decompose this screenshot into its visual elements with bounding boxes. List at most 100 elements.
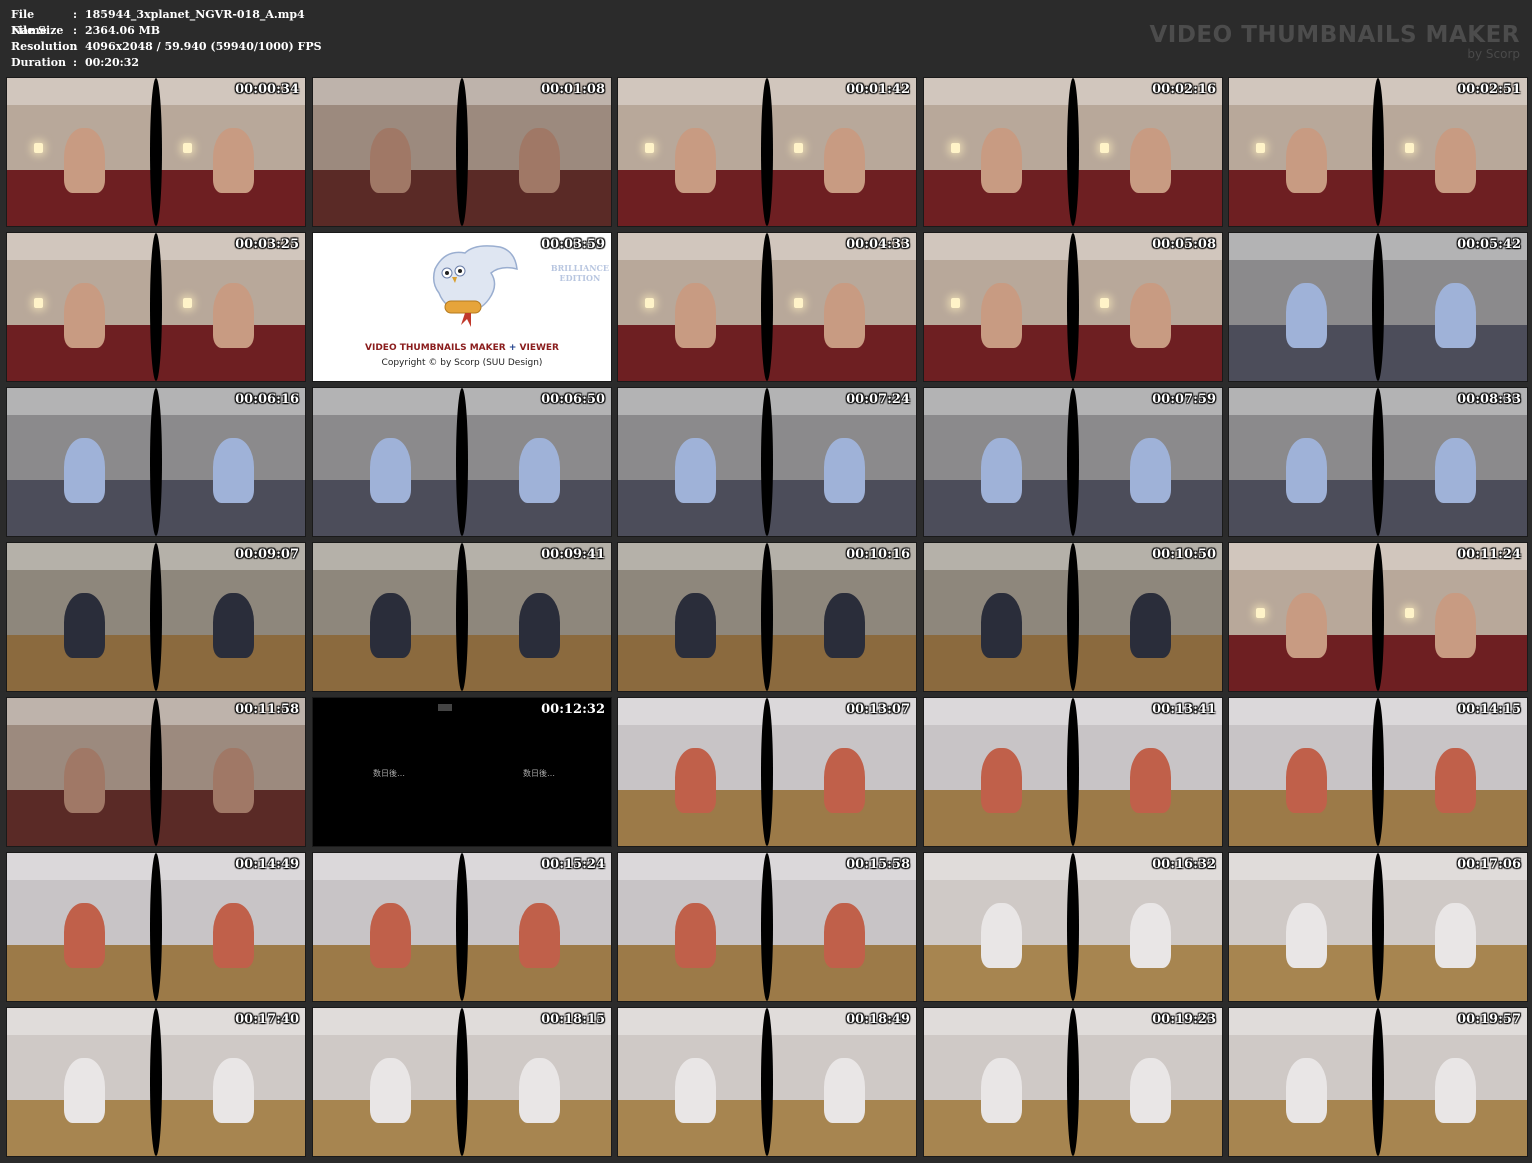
thumbnail[interactable]: 00:01:42 <box>617 77 917 227</box>
splash-edition-2: EDITION <box>559 273 601 283</box>
eye-view-right <box>1378 233 1527 381</box>
thumbnail[interactable]: 00:03:25 <box>6 232 306 382</box>
eye-separator <box>761 388 773 536</box>
thumbnail[interactable]: 00:05:08 <box>923 232 1223 382</box>
splash-copyright: Copyright © by Scorp (SUU Design) <box>381 358 543 368</box>
thumbnail[interactable]: 00:00:34 <box>6 77 306 227</box>
thumbnail[interactable]: 00:15:24 <box>312 852 612 1002</box>
eye-view-right <box>1378 1008 1527 1156</box>
file-info-key: Duration <box>11 56 67 69</box>
eye-separator <box>761 543 773 691</box>
thumbnail[interactable]: 00:19:23 <box>923 1007 1223 1157</box>
thumbnail[interactable]: 00:18:49 <box>617 1007 917 1157</box>
eye-view-right <box>156 78 305 226</box>
eye-view-right <box>156 388 305 536</box>
thumbnail[interactable]: 00:02:51 <box>1228 77 1528 227</box>
ceiling-area <box>7 698 156 725</box>
ceiling-area <box>7 1008 156 1035</box>
thumbnail[interactable]: 00:13:41 <box>923 697 1223 847</box>
eye-view-left <box>618 78 767 226</box>
thumbnail[interactable]: 00:04:33 <box>617 232 917 382</box>
eye-view-left <box>924 698 1073 846</box>
timestamp: 00:05:08 <box>1152 237 1216 252</box>
brand-title: VIDEO THUMBNAILS MAKER <box>1149 22 1520 48</box>
timestamp: 00:06:16 <box>235 392 299 407</box>
timestamp: 00:09:41 <box>541 547 605 562</box>
person-figure <box>212 903 255 969</box>
eye-separator <box>456 388 468 536</box>
eye-separator <box>150 853 162 1001</box>
thumbnail[interactable]: 00:11:24 <box>1228 542 1528 692</box>
thumbnail[interactable]: 00:15:58 <box>617 852 917 1002</box>
thumbnail[interactable]: 数日後… 数日後… 00:12:32 <box>312 697 612 847</box>
person-figure <box>212 1058 255 1124</box>
eye-separator <box>456 853 468 1001</box>
thumbnail[interactable]: 00:17:40 <box>6 1007 306 1157</box>
person-figure <box>980 1058 1023 1124</box>
person-figure <box>369 1058 412 1124</box>
thumbnail[interactable]: 00:07:24 <box>617 387 917 537</box>
thumbnail[interactable]: 00:19:57 <box>1228 1007 1528 1157</box>
ceiling-area <box>1229 233 1378 260</box>
ceiling-area <box>1229 78 1378 105</box>
thumbnail[interactable]: 00:16:32 <box>923 852 1223 1002</box>
timestamp: 00:09:07 <box>235 547 299 562</box>
thumbnail[interactable]: 00:18:15 <box>312 1007 612 1157</box>
eye-separator <box>761 78 773 226</box>
thumbnail[interactable]: 00:10:16 <box>617 542 917 692</box>
person-figure <box>369 903 412 969</box>
thumbnail[interactable]: 00:06:16 <box>6 387 306 537</box>
thumbnail[interactable]: 00:14:15 <box>1228 697 1528 847</box>
ceiling-area <box>7 78 156 105</box>
person-figure <box>1434 903 1477 969</box>
thumbnail[interactable]: 00:01:08 <box>312 77 612 227</box>
lamp-icon <box>950 143 960 154</box>
thumbnail[interactable]: 00:06:50 <box>312 387 612 537</box>
person-figure <box>823 128 866 194</box>
file-info-colon: : <box>73 56 78 69</box>
thumbnail[interactable]: 00:13:07 <box>617 697 917 847</box>
ceiling-area <box>1229 853 1378 880</box>
splash-product-a: VIDEO THUMBNAILS MAKER <box>365 343 506 353</box>
file-info-row: Resolution:4096x2048 / 59.940 (59940/100… <box>11 39 322 55</box>
lamp-icon <box>1404 143 1414 154</box>
file-info-value: 2364.06 MB <box>85 24 161 37</box>
file-info-key: Resolution <box>11 40 78 53</box>
thumbnail[interactable]: 00:05:42 <box>1228 232 1528 382</box>
thumbnail[interactable]: 00:09:07 <box>6 542 306 692</box>
thumbnail[interactable]: 00:14:49 <box>6 852 306 1002</box>
person-figure <box>823 438 866 504</box>
thumbnail[interactable]: 00:10:50 <box>923 542 1223 692</box>
brand-subtitle: by Scorp <box>1467 47 1520 61</box>
thumbnail[interactable]: 00:09:41 <box>312 542 612 692</box>
eye-separator <box>1067 543 1079 691</box>
ceiling-area <box>618 543 767 570</box>
thumbnail[interactable]: 00:02:16 <box>923 77 1223 227</box>
file-info-key: File Name <box>11 8 47 37</box>
person-figure <box>1129 903 1172 969</box>
thumbnail[interactable]: 00:08:33 <box>1228 387 1528 537</box>
thumbnail[interactable]: 00:11:58 <box>6 697 306 847</box>
eye-view-right <box>1378 853 1527 1001</box>
person-figure <box>1434 593 1477 659</box>
person-figure <box>674 1058 717 1124</box>
thumbnail[interactable]: 00:07:59 <box>923 387 1223 537</box>
splash-product-line: VIDEO THUMBNAILS MAKER + VIEWER <box>313 343 611 353</box>
eye-view-right <box>1073 853 1222 1001</box>
eye-view-right <box>1073 78 1222 226</box>
thumbnail[interactable]: 00:17:06 <box>1228 852 1528 1002</box>
lamp-icon <box>182 143 192 154</box>
person-figure <box>674 438 717 504</box>
eye-view-right <box>156 1008 305 1156</box>
timestamp: 00:00:34 <box>235 82 299 97</box>
person-figure <box>823 593 866 659</box>
eye-separator <box>1067 78 1079 226</box>
person-figure <box>63 128 106 194</box>
lamp-icon <box>644 143 654 154</box>
timestamp: 00:05:42 <box>1457 237 1521 252</box>
thumbnail[interactable]: BRILLIANCE EDITION VIDEO THUMBNAILS MAKER … <box>312 232 612 382</box>
eye-view-left <box>313 543 462 691</box>
timestamp: 00:15:58 <box>846 857 910 872</box>
person-figure <box>1285 748 1328 814</box>
eye-separator <box>1067 233 1079 381</box>
